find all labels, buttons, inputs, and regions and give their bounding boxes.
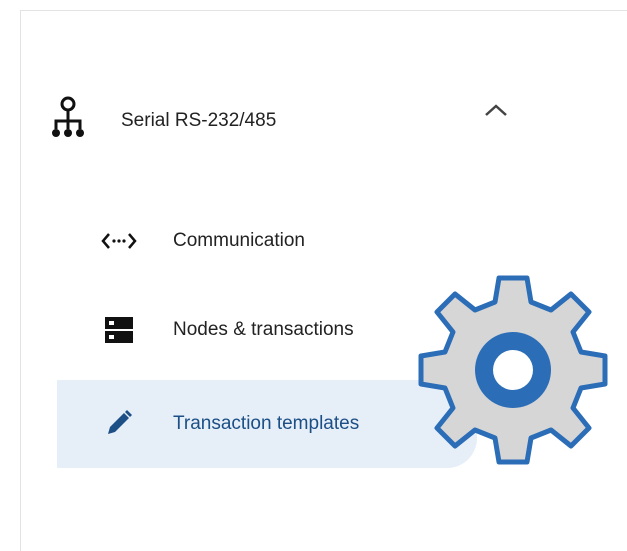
sidebar-item-communication[interactable]: Communication xyxy=(57,212,597,270)
pencil-icon xyxy=(101,408,137,438)
sidebar-group-label: Serial RS-232/485 xyxy=(121,110,277,131)
code-dots-icon xyxy=(101,226,137,256)
gear-icon xyxy=(418,275,608,465)
chevron-up-icon[interactable] xyxy=(482,101,510,119)
sidebar-item-transaction-templates[interactable]: Transaction templates xyxy=(57,380,477,468)
network-tree-icon xyxy=(52,96,84,137)
sidebar-item-label: Nodes & transactions xyxy=(173,319,354,340)
sidebar-group-serial[interactable]: Serial RS-232/485 xyxy=(30,95,530,155)
sidebar-item-label: Transaction templates xyxy=(173,413,360,434)
sidebar-item-label: Communication xyxy=(173,230,305,251)
server-icon xyxy=(101,315,137,345)
